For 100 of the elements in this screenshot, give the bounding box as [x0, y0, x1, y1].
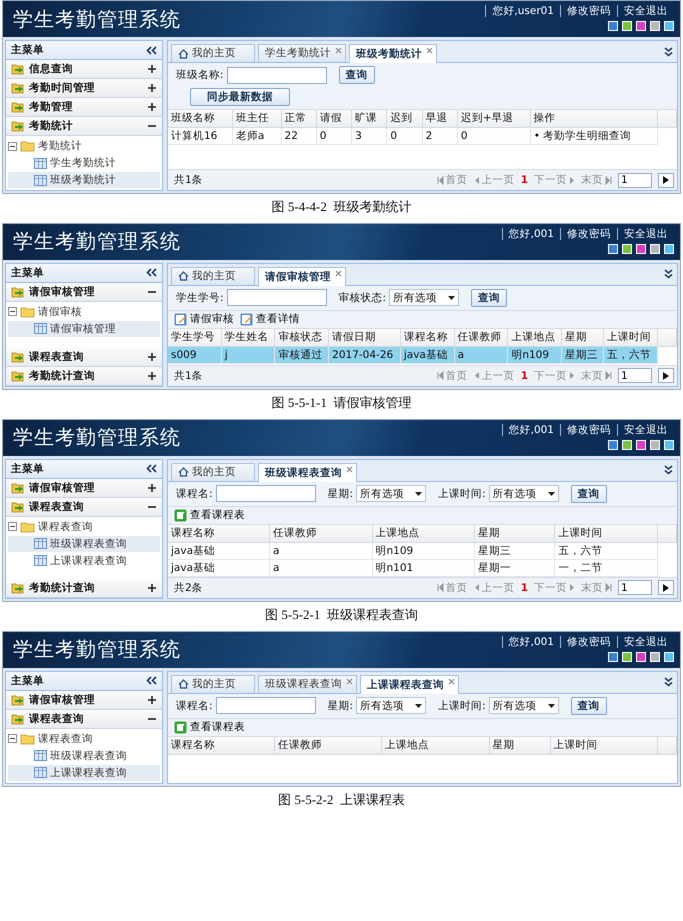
- input-field[interactable]: [226, 289, 327, 306]
- query-button[interactable]: 查询: [570, 696, 607, 715]
- caret-icon: [548, 492, 555, 496]
- header-link[interactable]: 您好,001: [502, 424, 560, 436]
- theme-swatch[interactable]: [636, 652, 646, 662]
- tree-node[interactable]: 考勤统计: [38, 140, 82, 152]
- select-field[interactable]: 所有选项: [488, 697, 559, 714]
- menu-section[interactable]: 请假审核管理: [6, 478, 162, 498]
- tree-item[interactable]: 班级课程表查询: [8, 748, 160, 764]
- input-field[interactable]: [216, 697, 316, 714]
- theme-swatch[interactable]: [636, 440, 646, 450]
- menu-section[interactable]: 课程表查询: [6, 710, 162, 729]
- page-input[interactable]: 1: [618, 580, 652, 596]
- select-field[interactable]: 所有选项: [356, 485, 426, 502]
- tree-item[interactable]: 上课课程表查询: [8, 764, 160, 781]
- first-page-icon: [436, 176, 444, 184]
- tab[interactable]: 我的主页: [171, 44, 255, 62]
- theme-swatch[interactable]: [622, 21, 632, 31]
- header-link[interactable]: 修改密码: [560, 424, 617, 436]
- toolbar-button[interactable]: 请假审核: [174, 312, 234, 326]
- theme-swatch[interactable]: [636, 21, 646, 31]
- input-field[interactable]: [216, 485, 316, 502]
- theme-swatch[interactable]: [622, 244, 632, 254]
- go-button[interactable]: [658, 368, 674, 384]
- tab[interactable]: 我的主页: [171, 674, 255, 693]
- select-field[interactable]: 所有选项: [389, 289, 460, 306]
- theme-swatch[interactable]: [664, 21, 674, 31]
- tree-item[interactable]: 上课课程表查询: [8, 552, 160, 569]
- tab[interactable]: 我的主页: [171, 462, 255, 481]
- tab[interactable]: 请假审核管理: [258, 266, 346, 286]
- close-icon: [426, 47, 433, 54]
- tab[interactable]: 我的主页: [171, 266, 255, 285]
- theme-swatch[interactable]: [636, 244, 646, 254]
- menu-section[interactable]: 课程表查询: [6, 498, 162, 517]
- theme-swatch[interactable]: [608, 244, 618, 254]
- menu-section[interactable]: 请假审核管理: [6, 282, 162, 302]
- select-field[interactable]: 所有选项: [356, 697, 426, 714]
- theme-swatch[interactable]: [622, 440, 632, 450]
- menu-section[interactable]: 信息查询: [6, 60, 162, 79]
- toolbar-button[interactable]: 查看详情: [240, 312, 300, 326]
- close-icon: [346, 466, 353, 473]
- input-field[interactable]: [226, 66, 327, 84]
- header-link[interactable]: 您好,001: [502, 636, 560, 648]
- tab[interactable]: 班级考勤统计: [349, 44, 437, 63]
- header-link[interactable]: 安全退出: [617, 636, 674, 648]
- toolbar-button[interactable]: 查看课程表: [174, 508, 245, 522]
- menu-section[interactable]: 课程表查询: [6, 348, 162, 367]
- theme-swatch[interactable]: [608, 21, 618, 31]
- query-button[interactable]: 查询: [570, 484, 607, 503]
- menu-section[interactable]: 考勤时间管理: [6, 79, 162, 98]
- page-input[interactable]: 1: [618, 172, 652, 188]
- theme-swatch[interactable]: [650, 652, 660, 662]
- page-input[interactable]: 1: [618, 368, 652, 384]
- column-header: 上课地点: [382, 736, 490, 754]
- header-link[interactable]: 修改密码: [560, 228, 617, 240]
- sync-button[interactable]: 同步最新数据: [190, 88, 290, 106]
- menu-section[interactable]: 考勤统计查询: [6, 366, 162, 386]
- theme-swatch[interactable]: [650, 21, 660, 31]
- tree-item[interactable]: 请假审核管理: [8, 320, 160, 337]
- query-button[interactable]: 查询: [471, 288, 508, 307]
- tree-node[interactable]: 课程表查询: [38, 732, 93, 745]
- pager-link[interactable]: 1: [520, 174, 528, 186]
- header-link[interactable]: 修改密码: [560, 5, 617, 17]
- theme-swatch[interactable]: [664, 652, 674, 662]
- pager-link[interactable]: 1: [520, 582, 528, 594]
- theme-swatch[interactable]: [664, 244, 674, 254]
- theme-swatch[interactable]: [608, 652, 618, 662]
- header-link[interactable]: 您好,user01: [485, 5, 560, 17]
- pager-link[interactable]: 1: [520, 370, 528, 382]
- menu-section[interactable]: 考勤统计查询: [6, 578, 162, 598]
- header-link[interactable]: 修改密码: [560, 636, 617, 648]
- menu-section[interactable]: 请假审核管理: [6, 690, 162, 710]
- menu-section[interactable]: 考勤管理: [6, 98, 162, 117]
- go-button[interactable]: [658, 580, 674, 596]
- field-label: 上课时间:: [438, 488, 486, 500]
- tab[interactable]: 学生考勤统计: [258, 44, 346, 62]
- tree-item[interactable]: 班级课程表查询: [8, 536, 160, 552]
- tree-node[interactable]: 请假审核: [38, 306, 82, 318]
- tab[interactable]: 班级课程表查询: [258, 674, 357, 693]
- header-link[interactable]: 您好,001: [502, 228, 560, 240]
- theme-swatch[interactable]: [622, 652, 632, 662]
- select-field[interactable]: 所有选项: [488, 485, 559, 502]
- caret-icon: [415, 704, 422, 708]
- tree-item[interactable]: 学生考勤统计: [8, 155, 160, 171]
- theme-swatch[interactable]: [650, 440, 660, 450]
- tree-item[interactable]: 班级考勤统计: [8, 172, 160, 188]
- toolbar-button[interactable]: 查看课程表: [174, 720, 245, 734]
- query-button[interactable]: 查询: [338, 66, 375, 84]
- theme-swatch[interactable]: [650, 244, 660, 254]
- theme-swatch[interactable]: [608, 440, 618, 450]
- tree-node[interactable]: 课程表查询: [38, 520, 93, 533]
- header-link[interactable]: 安全退出: [617, 228, 674, 240]
- menu-section[interactable]: 考勤统计: [6, 117, 162, 136]
- theme-swatch[interactable]: [664, 440, 674, 450]
- header-link[interactable]: 安全退出: [617, 424, 674, 436]
- header-link[interactable]: 安全退出: [617, 5, 674, 17]
- table-cell: 星期三: [562, 346, 604, 364]
- tab[interactable]: 上课课程表查询: [360, 674, 459, 694]
- tab[interactable]: 班级课程表查询: [258, 462, 357, 482]
- go-button[interactable]: [658, 172, 674, 188]
